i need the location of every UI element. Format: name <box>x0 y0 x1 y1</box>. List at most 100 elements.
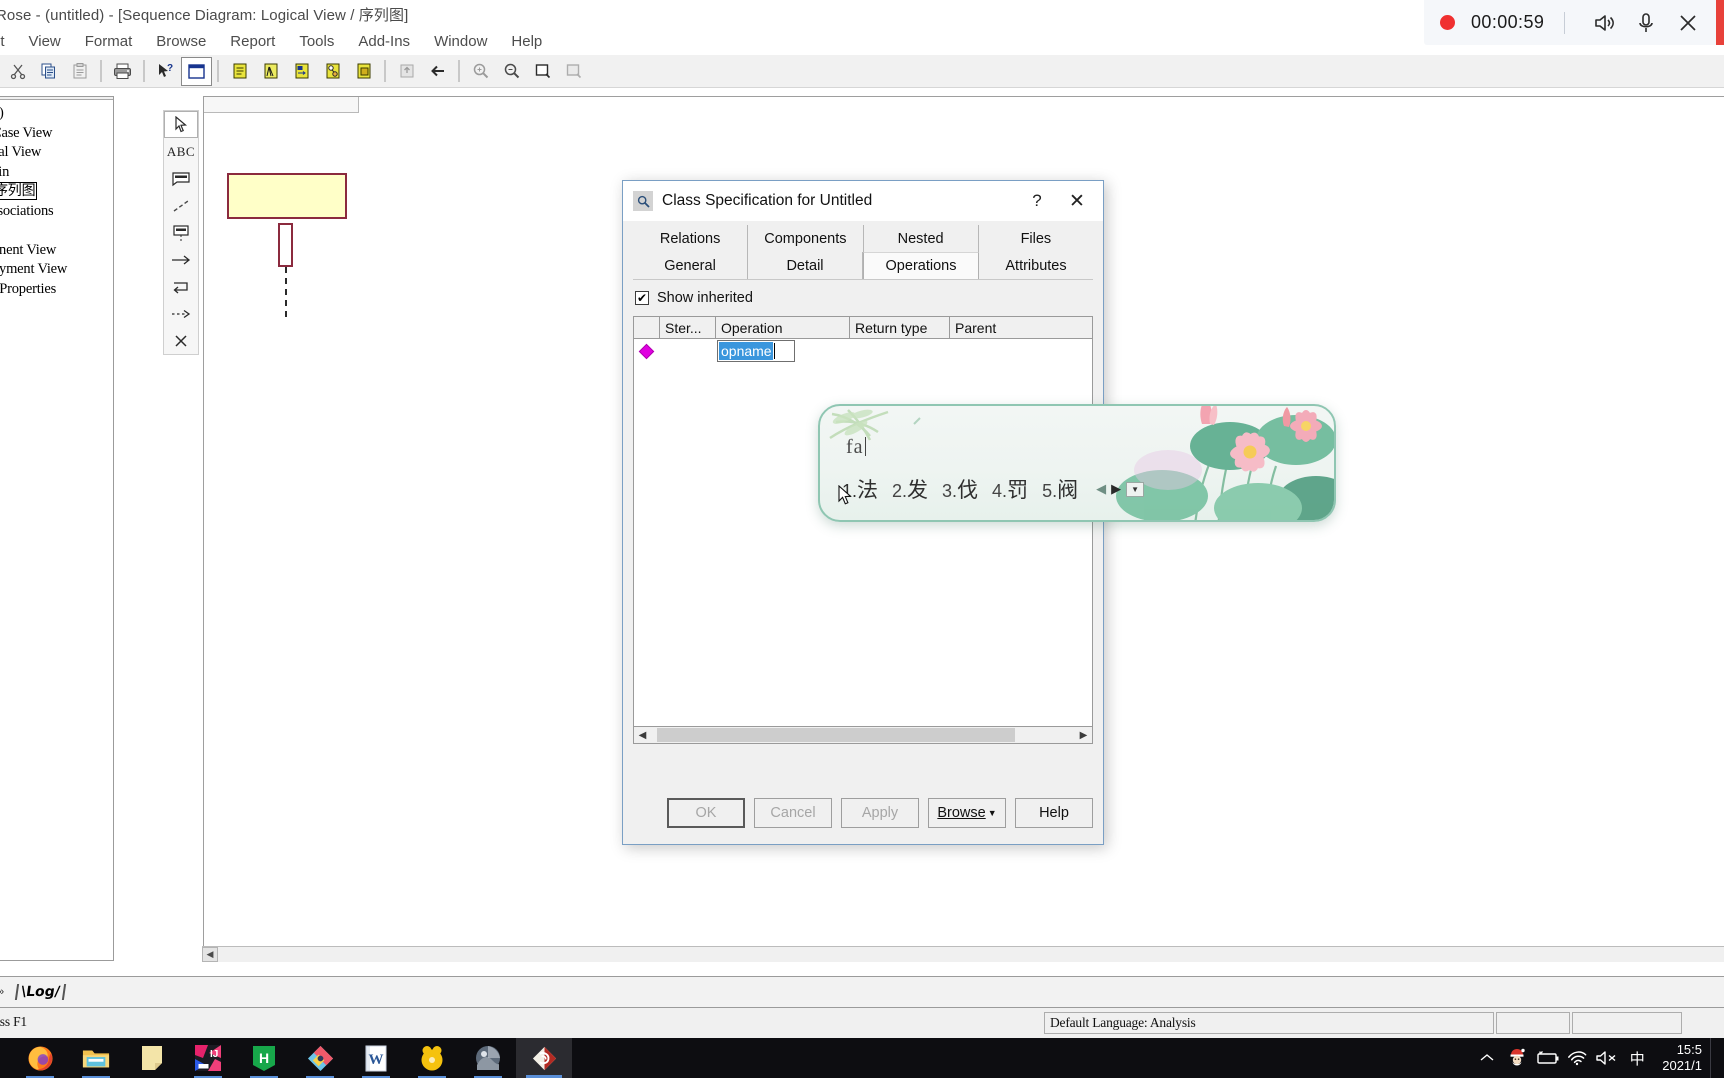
menu-item-window[interactable]: Window <box>422 31 499 52</box>
print-icon[interactable] <box>108 58 137 85</box>
copy-icon[interactable] <box>34 58 63 85</box>
taskbar-item-intellij-idea[interactable]: IJ <box>180 1038 236 1078</box>
paste-icon[interactable] <box>65 58 94 85</box>
tab-detail[interactable]: Detail <box>748 252 863 279</box>
menu-item-addins[interactable]: Add-Ins <box>346 31 422 52</box>
browser-tree-pane[interactable]: d) Case View cal View ain 序列图 ssociation… <box>0 96 114 961</box>
volume-muted-icon[interactable] <box>1592 1038 1622 1078</box>
menu-item-browse[interactable]: Browse <box>144 31 218 52</box>
menu-item-tools[interactable]: Tools <box>287 31 346 52</box>
collaboration-diagram-icon[interactable] <box>318 58 347 85</box>
tab-nested[interactable]: Nested <box>863 225 979 252</box>
context-help-icon[interactable]: ? <box>151 58 180 85</box>
taskbar-item-kugou[interactable] <box>404 1038 460 1078</box>
message-to-self-tool-icon[interactable] <box>164 273 198 300</box>
tab-operations[interactable]: Operations <box>863 252 979 279</box>
tab-files[interactable]: Files <box>978 225 1093 252</box>
grid-scroll-left-arrow[interactable]: ◀ <box>634 727 651 743</box>
close-icon[interactable] <box>1669 4 1707 42</box>
ime-candidate-5[interactable]: 5.阀 <box>1042 474 1078 504</box>
wifi-icon[interactable] <box>1562 1038 1592 1078</box>
battery-icon[interactable] <box>1532 1038 1562 1078</box>
table-row[interactable]: opname <box>634 339 1092 363</box>
fit-in-window-icon[interactable] <box>528 58 557 85</box>
note-tool-icon[interactable] <box>164 165 198 192</box>
taskbar-item-photos[interactable] <box>460 1038 516 1078</box>
ime-candidate-2[interactable]: 2.发 <box>892 474 928 504</box>
zoom-in-icon[interactable] <box>466 58 495 85</box>
row-stereotype-cell[interactable] <box>660 339 716 363</box>
taskbar-item-firefox[interactable] <box>12 1038 68 1078</box>
grid-scroll-thumb[interactable] <box>657 728 1015 742</box>
log-tab[interactable]: \Log/ <box>15 984 67 1000</box>
row-parent-cell[interactable] <box>950 339 1060 363</box>
return-message-tool-icon[interactable] <box>164 300 198 327</box>
ime-candidate-window[interactable]: fa 1.法 2.发 3.伐 4.罚 5.阀 ◀ ▶ ▼ <box>818 404 1336 522</box>
tree-item-logical-view[interactable]: cal View <box>0 143 113 163</box>
tab-components[interactable]: Components <box>748 225 864 252</box>
microphone-icon[interactable] <box>1627 4 1665 42</box>
show-hidden-icons-icon[interactable] <box>1472 1038 1502 1078</box>
taskbar-item-snipaste[interactable] <box>292 1038 348 1078</box>
ime-menu-icon[interactable]: ▼ <box>1126 481 1145 497</box>
recorder-edge-handle[interactable] <box>1716 0 1724 45</box>
note-anchor-tool-icon[interactable] <box>164 192 198 219</box>
column-header-return-type[interactable]: Return type <box>850 317 950 338</box>
tree-item-model-properties[interactable]: l Properties <box>0 280 113 300</box>
taskbar-item-rational-rose[interactable] <box>516 1038 572 1078</box>
row-marker-cell[interactable] <box>634 339 660 363</box>
column-header-operation[interactable]: Operation <box>716 317 850 338</box>
uml-activation-bar[interactable] <box>278 223 293 267</box>
show-inherited-row[interactable]: ✔ Show inherited <box>633 290 1093 316</box>
component-diagram-icon[interactable] <box>349 58 378 85</box>
operations-grid[interactable]: Ster... Operation Return type Parent opn… <box>633 316 1093 744</box>
taskbar-clock[interactable]: 15:5 2021/1 <box>1652 1042 1710 1074</box>
object-message-tool-icon[interactable] <box>164 246 198 273</box>
scroll-left-arrow[interactable]: ◀ <box>202 947 218 962</box>
speaker-icon[interactable] <box>1585 4 1623 42</box>
text-tool-icon[interactable]: ABC <box>164 138 198 165</box>
dialog-help-button[interactable]: ? <box>1017 186 1057 216</box>
tree-item-main[interactable]: ain <box>0 163 113 183</box>
ok-button[interactable]: OK <box>667 798 745 828</box>
log-nav-arrow[interactable]: » <box>0 986 4 998</box>
menu-item-edit[interactable]: it <box>0 31 17 52</box>
close-icon[interactable]: ✕ <box>1057 186 1097 216</box>
row-return-type-cell[interactable] <box>850 339 950 363</box>
ime-mode-icon[interactable]: 中 <box>1622 1038 1652 1078</box>
back-icon[interactable] <box>423 58 452 85</box>
apply-button[interactable]: Apply <box>841 798 919 828</box>
sequence-diagram-icon[interactable] <box>287 58 316 85</box>
menu-item-report[interactable]: Report <box>218 31 287 52</box>
column-header-parent[interactable]: Parent <box>950 317 1060 338</box>
class-diagram-icon[interactable] <box>225 58 254 85</box>
tab-relations[interactable]: Relations <box>633 225 749 252</box>
column-header-marker[interactable] <box>634 317 660 338</box>
grid-scroll-right-arrow[interactable]: ▶ <box>1075 727 1092 743</box>
usecase-diagram-icon[interactable] <box>256 58 285 85</box>
zoom-out-icon[interactable] <box>497 58 526 85</box>
taskbar-item-hbuilder[interactable]: H <box>236 1038 292 1078</box>
tree-item-untitled[interactable]: d) <box>0 104 113 124</box>
help-button[interactable]: Help <box>1015 798 1093 828</box>
santa-icon[interactable] <box>1502 1038 1532 1078</box>
tab-general[interactable]: General <box>633 252 748 279</box>
ime-candidate-3[interactable]: 3.伐 <box>942 474 978 504</box>
destroy-message-tool-icon[interactable] <box>164 327 198 354</box>
ime-prev-page-icon[interactable]: ◀ <box>1096 481 1106 497</box>
selection-tool-icon[interactable] <box>164 111 198 138</box>
cut-icon[interactable] <box>3 58 32 85</box>
taskbar-item-file-explorer[interactable] <box>68 1038 124 1078</box>
new-diagram-icon[interactable] <box>181 56 212 86</box>
ime-candidate-4[interactable]: 4.罚 <box>992 474 1028 504</box>
column-header-stereotype[interactable]: Ster... <box>660 317 716 338</box>
canvas-horizontal-scrollbar[interactable]: ◀ <box>202 946 1724 962</box>
ime-next-page-icon[interactable]: ▶ <box>1111 481 1121 497</box>
show-inherited-checkbox[interactable]: ✔ <box>635 291 649 305</box>
grid-scroll-track[interactable] <box>651 727 1075 743</box>
tree-item-associations[interactable]: ssociations <box>0 202 113 222</box>
browse-button[interactable]: Browse ▼ <box>928 798 1006 828</box>
menu-item-format[interactable]: Format <box>73 31 145 52</box>
tree-item-component-view[interactable]: onent View <box>0 241 113 261</box>
undo-fit-icon[interactable] <box>559 58 588 85</box>
